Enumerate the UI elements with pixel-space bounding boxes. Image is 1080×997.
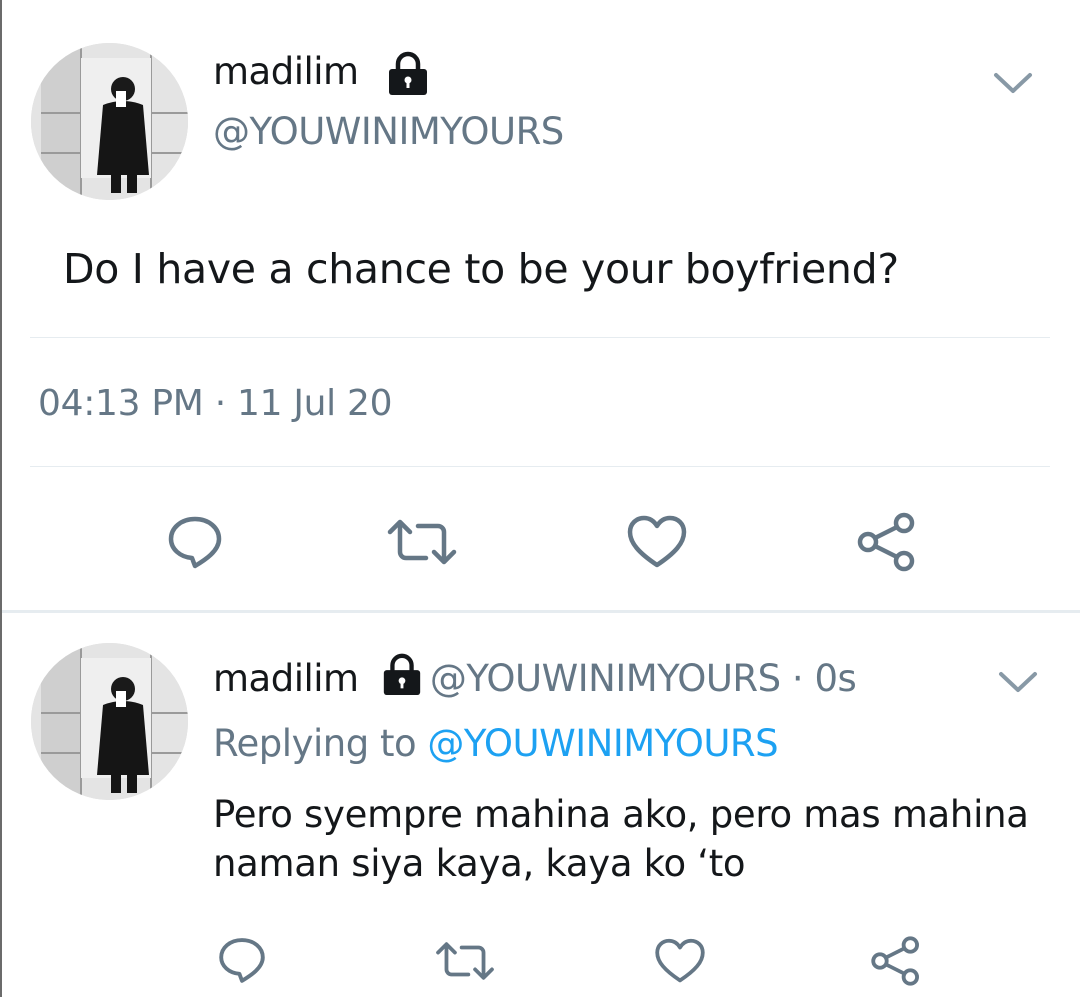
- share-icon: [857, 512, 915, 572]
- divider: [30, 466, 1050, 467]
- share-button[interactable]: [866, 932, 926, 990]
- reply-button[interactable]: [160, 510, 230, 574]
- username-handle[interactable]: @YOUWINIMYOURS: [213, 110, 564, 153]
- section-divider: [2, 610, 1080, 613]
- tweet-timestamp[interactable]: 04:13 PM · 11 Jul 20: [38, 383, 393, 424]
- tweet-text: Do I have a chance to be your boyfriend?: [63, 245, 899, 293]
- tweet-text: Pero syempre mahina ako, pero mas mahina…: [213, 793, 1029, 885]
- display-name[interactable]: madilim: [213, 50, 359, 93]
- display-name[interactable]: madilim: [213, 657, 359, 700]
- retweet-button[interactable]: [430, 934, 500, 988]
- avatar-photo: [31, 43, 188, 200]
- main-tweet: madilim @YOUWINIMYOURS Do I have a chanc…: [0, 0, 1080, 612]
- username-handle[interactable]: @YOUWINIMYOURS: [430, 657, 781, 700]
- share-button[interactable]: [852, 508, 922, 576]
- avatar-photo: [31, 643, 188, 800]
- lock-icon: [383, 653, 421, 696]
- reply-icon: [168, 516, 222, 569]
- reply-icon: [219, 938, 265, 983]
- heart-icon: [627, 515, 687, 568]
- retweet-icon: [387, 519, 457, 565]
- chevron-down-icon[interactable]: [990, 67, 1036, 97]
- like-button[interactable]: [650, 934, 710, 988]
- reply-header: madilim @YOUWINIMYOURS · 0s: [213, 652, 857, 700]
- retweet-icon: [436, 942, 494, 980]
- replying-to: Replying to @YOUWINIMYOURS: [213, 722, 779, 765]
- replying-prefix: Replying to: [213, 722, 428, 765]
- avatar[interactable]: [31, 643, 188, 800]
- retweet-button[interactable]: [382, 510, 462, 574]
- meta-separator: ·: [780, 657, 815, 700]
- reply-button[interactable]: [212, 932, 272, 988]
- like-button[interactable]: [622, 510, 692, 574]
- chevron-down-icon[interactable]: [995, 666, 1041, 696]
- lock-icon: [389, 51, 427, 95]
- heart-icon: [655, 938, 705, 983]
- avatar[interactable]: [31, 43, 188, 200]
- share-icon: [871, 936, 919, 986]
- divider: [30, 337, 1050, 338]
- relative-time[interactable]: 0s: [814, 657, 856, 700]
- replying-to-link[interactable]: @YOUWINIMYOURS: [427, 722, 778, 765]
